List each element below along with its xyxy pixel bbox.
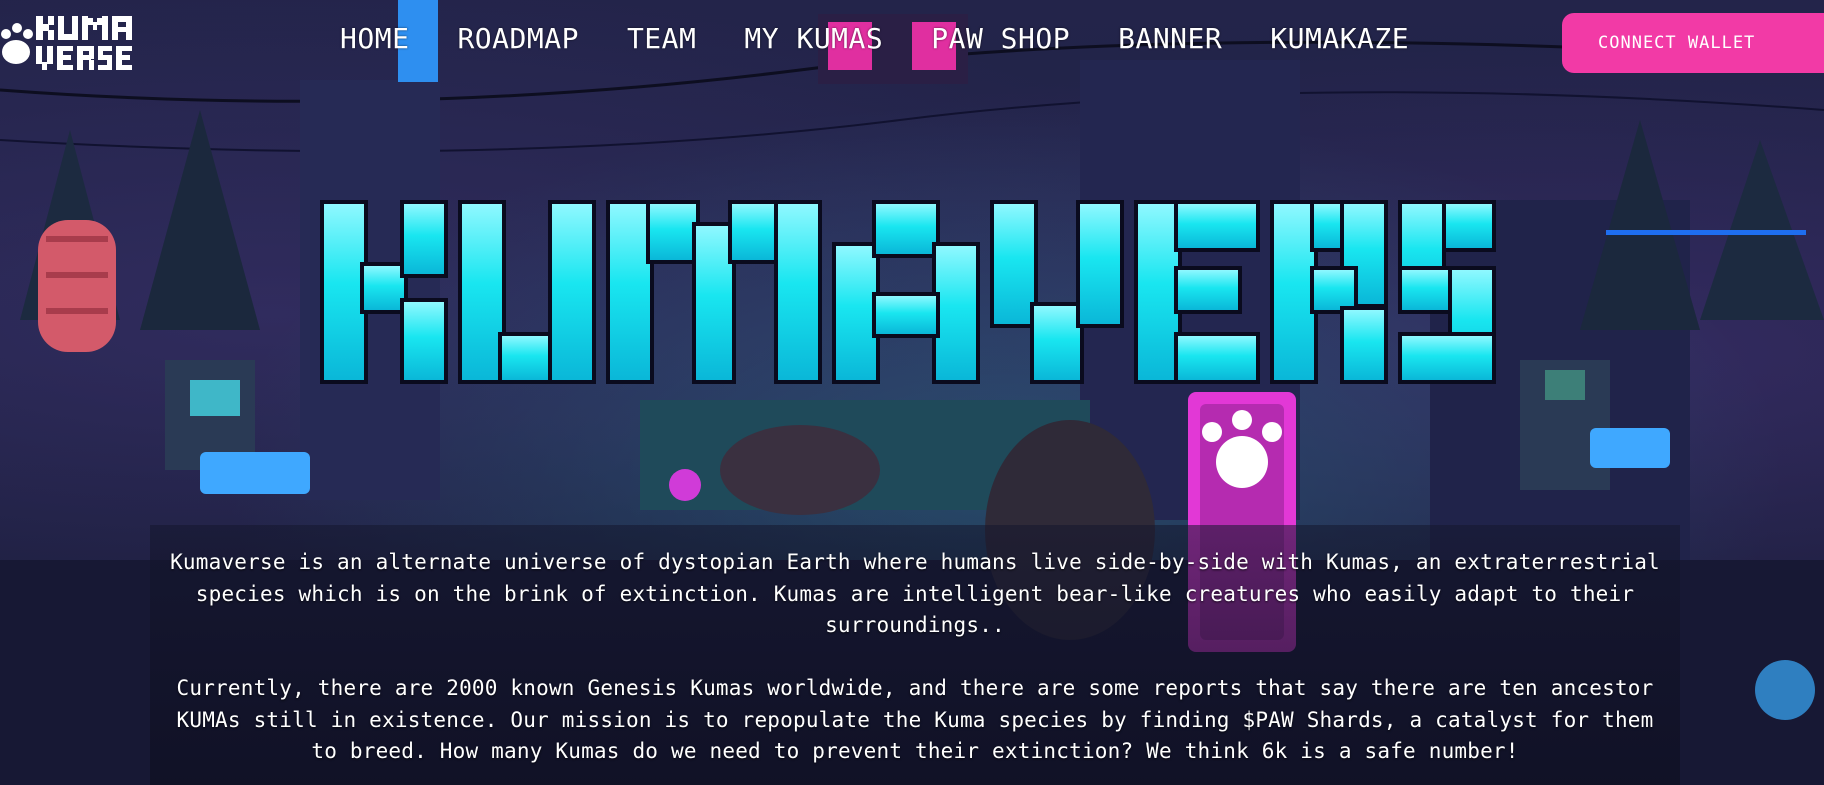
nav-kumakaze[interactable]: KUMAKAZE	[1270, 22, 1409, 55]
intro-paragraph-1: Kumaverse is an alternate universe of dy…	[170, 550, 1660, 637]
hero-title-logo	[316, 196, 1526, 392]
main-nav: HOME ROADMAP TEAM MY KUMAS PAW SHOP BANN…	[340, 22, 1409, 55]
kumaverse-logo[interactable]	[0, 8, 136, 76]
nav-banner[interactable]: BANNER	[1118, 22, 1222, 55]
logo-wordmark	[36, 16, 132, 70]
intro-paragraph-2: Currently, there are 2000 known Genesis …	[176, 676, 1654, 763]
nav-home[interactable]: HOME	[340, 22, 409, 55]
nav-paw-shop[interactable]: PAW SHOP	[931, 22, 1070, 55]
connect-wallet-button[interactable]: CONNECT WALLET	[1562, 13, 1824, 73]
nav-roadmap[interactable]: ROADMAP	[457, 22, 579, 55]
paw-icon	[1, 23, 33, 64]
nav-team[interactable]: TEAM	[627, 22, 696, 55]
nav-my-kumas[interactable]: MY KUMAS	[744, 22, 883, 55]
